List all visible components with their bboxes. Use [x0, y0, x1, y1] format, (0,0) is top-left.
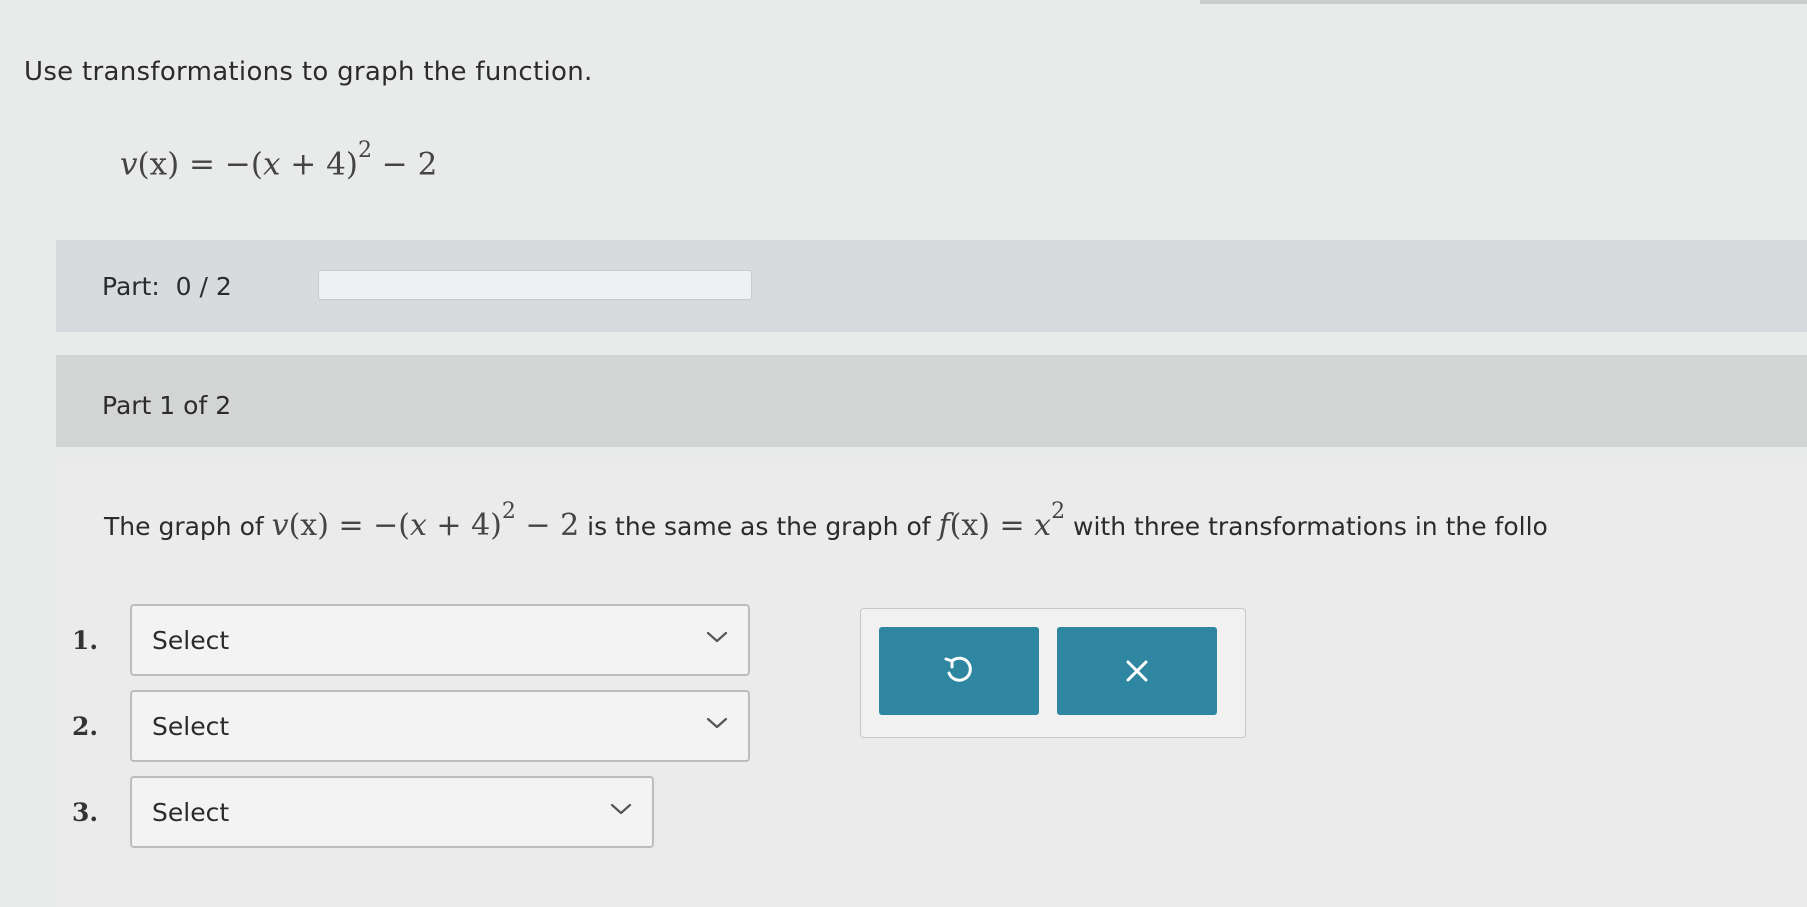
function-display: v(x) = −(x + 4)2 − 2	[120, 138, 438, 183]
question-text: The graph of v(x) = −(x + 4)2 − 2 is the…	[104, 499, 1548, 543]
transformation-select-1[interactable]: Select	[130, 604, 750, 676]
row-number: 3.	[72, 798, 99, 827]
part-header: Part 1 of 2	[56, 355, 1807, 447]
select-value: Select	[152, 798, 230, 827]
progress-track	[318, 270, 752, 300]
action-button-panel	[860, 608, 1246, 738]
close-icon	[1126, 660, 1148, 682]
part-progress-label: Part: 0 / 2	[102, 272, 232, 301]
part-progress-bar: Part: 0 / 2	[56, 240, 1807, 332]
chevron-down-icon	[706, 717, 728, 729]
function-name: v	[120, 146, 138, 183]
top-divider	[1200, 0, 1807, 4]
transformation-select-3[interactable]: Select	[130, 776, 654, 848]
part-header-label: Part 1 of 2	[102, 391, 232, 420]
row-number: 2.	[72, 712, 99, 741]
select-value: Select	[152, 712, 230, 741]
undo-icon	[944, 656, 972, 682]
v-function: v(x) = −(x + 4)2 − 2	[271, 499, 580, 543]
row-number: 1.	[72, 626, 99, 655]
f-function: f(x) = x2	[938, 499, 1066, 543]
chevron-down-icon	[610, 803, 632, 815]
chevron-down-icon	[706, 631, 728, 643]
transformation-select-2[interactable]: Select	[130, 690, 750, 762]
undo-button[interactable]	[879, 627, 1039, 715]
clear-button[interactable]	[1057, 627, 1217, 715]
select-value: Select	[152, 626, 230, 655]
instructions-text: Use transformations to graph the functio…	[24, 57, 593, 87]
exponent: 2	[357, 138, 372, 163]
